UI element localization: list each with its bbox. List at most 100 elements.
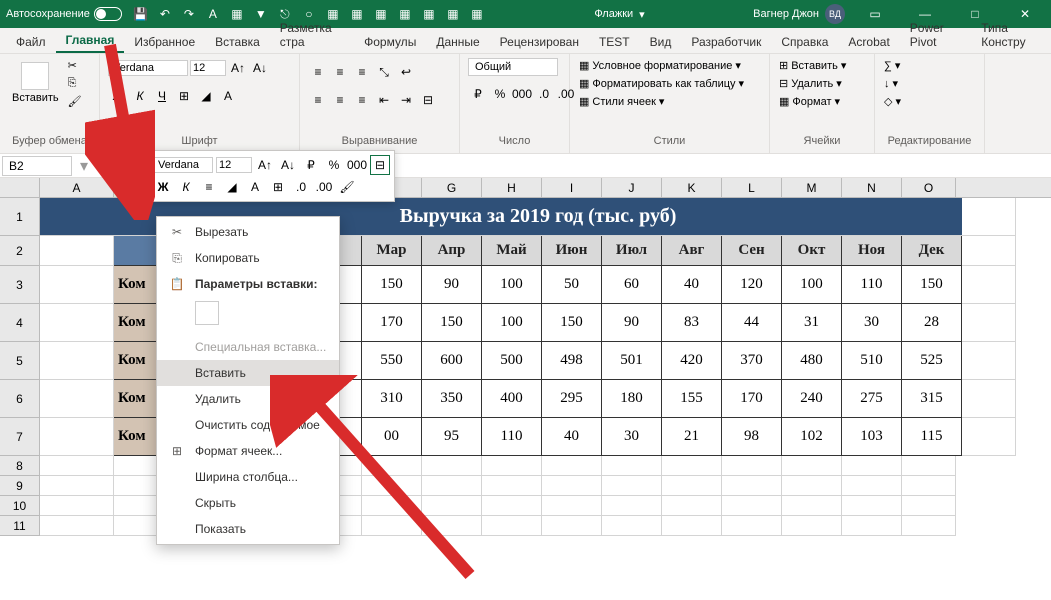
data-cell[interactable]: 501 — [602, 342, 662, 380]
data-cell[interactable]: 150 — [422, 304, 482, 342]
ctx-format-cells[interactable]: ⊞Формат ячеек... — [157, 438, 339, 464]
ctx-hide[interactable]: Скрыть — [157, 490, 339, 516]
data-cell[interactable]: 100 — [482, 266, 542, 304]
data-cell[interactable]: 30 — [842, 304, 902, 342]
mini-format-painter-icon[interactable]: 🖌 — [337, 177, 357, 197]
data-cell[interactable]: 150 — [902, 266, 962, 304]
data-cell[interactable]: 275 — [842, 380, 902, 418]
underline-button[interactable]: Ч — [152, 86, 172, 106]
mini-fill-icon[interactable]: ◢ — [222, 177, 242, 197]
mini-font-color-icon[interactable]: A — [245, 177, 265, 197]
col-header-G[interactable]: G — [422, 178, 482, 197]
data-cell[interactable]: 170 — [362, 304, 422, 342]
col-header-L[interactable]: L — [722, 178, 782, 197]
align-middle-icon[interactable]: ≡ — [330, 62, 350, 82]
font-size-select[interactable] — [190, 60, 226, 76]
header-cell[interactable]: Дек — [902, 236, 962, 266]
col-header-M[interactable]: M — [782, 178, 842, 197]
data-cell[interactable]: 400 — [482, 380, 542, 418]
col-header-I[interactable]: I — [542, 178, 602, 197]
orientation-icon[interactable]: ⤡ — [374, 62, 394, 82]
data-cell[interactable]: 102 — [782, 418, 842, 456]
col-header-N[interactable]: N — [842, 178, 902, 197]
autosum-button[interactable]: ∑ ▾ — [883, 58, 976, 73]
mini-align-icon[interactable]: ≡ — [199, 177, 219, 197]
row-header-11[interactable]: 11 — [0, 516, 40, 536]
data-cell[interactable]: 150 — [542, 304, 602, 342]
paste-option-icon[interactable] — [195, 301, 219, 325]
data-cell[interactable]: 600 — [422, 342, 482, 380]
autosave-toggle-icon[interactable] — [94, 7, 122, 21]
qat-icon[interactable]: ▦ — [396, 5, 414, 23]
tab-test[interactable]: TEST — [589, 31, 640, 53]
merge-icon[interactable]: ⊟ — [418, 90, 438, 110]
font-select[interactable] — [108, 60, 188, 76]
data-cell[interactable]: 31 — [782, 304, 842, 342]
wrap-text-icon[interactable]: ↩ — [396, 62, 416, 82]
row-header-5[interactable]: 5 — [0, 342, 40, 380]
data-cell[interactable]: 480 — [782, 342, 842, 380]
increase-font-icon[interactable]: A↑ — [228, 58, 248, 78]
header-cell[interactable]: Авг — [662, 236, 722, 266]
header-cell[interactable]: Апр — [422, 236, 482, 266]
mini-italic-button[interactable]: К — [176, 177, 196, 197]
bold-button[interactable]: Ж — [108, 86, 128, 106]
data-cell[interactable]: 95 — [422, 418, 482, 456]
mini-decimal-dec-icon[interactable]: .00 — [314, 177, 334, 197]
col-header-A[interactable]: A — [40, 178, 114, 197]
tab-favorites[interactable]: Избранное — [124, 31, 205, 53]
ctx-delete[interactable]: Удалить — [157, 386, 339, 412]
percent-icon[interactable]: % — [490, 84, 510, 104]
qat-icon[interactable]: ▦ — [468, 5, 486, 23]
align-left-icon[interactable]: ≡ — [308, 90, 328, 110]
header-cell[interactable]: Окт — [782, 236, 842, 266]
mini-bold-button[interactable]: Ж — [153, 177, 173, 197]
data-cell[interactable]: 500 — [482, 342, 542, 380]
data-cell[interactable]: 83 — [662, 304, 722, 342]
font-color-icon[interactable]: A — [218, 86, 238, 106]
cut-button[interactable]: ✂ — [67, 58, 83, 73]
format-cells-button[interactable]: ▦ Формат ▾ — [778, 94, 866, 109]
tab-insert[interactable]: Вставка — [205, 31, 270, 53]
mini-font-select[interactable] — [153, 157, 213, 173]
chevron-down-icon[interactable]: ▾ — [639, 8, 645, 21]
data-cell[interactable]: 110 — [842, 266, 902, 304]
fill-color-icon[interactable]: ◢ — [196, 86, 216, 106]
data-cell[interactable]: 370 — [722, 342, 782, 380]
row-header-6[interactable]: 6 — [0, 380, 40, 418]
italic-button[interactable]: К — [130, 86, 150, 106]
data-cell[interactable]: 90 — [602, 304, 662, 342]
data-cell[interactable]: 310 — [362, 380, 422, 418]
increase-indent-icon[interactable]: ⇥ — [396, 90, 416, 110]
tab-help[interactable]: Справка — [771, 31, 838, 53]
data-cell[interactable]: 00 — [362, 418, 422, 456]
data-cell[interactable]: 510 — [842, 342, 902, 380]
header-cell[interactable]: Июл — [602, 236, 662, 266]
mini-increase-font-icon[interactable]: A↑ — [255, 155, 275, 175]
qat-icon[interactable]: ▦ — [372, 5, 390, 23]
ctx-show[interactable]: Показать — [157, 516, 339, 542]
align-bottom-icon[interactable]: ≡ — [352, 62, 372, 82]
col-header-O[interactable]: O — [902, 178, 956, 197]
data-cell[interactable]: 420 — [662, 342, 722, 380]
row-header-7[interactable]: 7 — [0, 418, 40, 456]
data-cell[interactable]: 525 — [902, 342, 962, 380]
align-right-icon[interactable]: ≡ — [352, 90, 372, 110]
header-cell[interactable]: Сен — [722, 236, 782, 266]
delete-cells-button[interactable]: ⊟ Удалить ▾ — [778, 76, 866, 91]
tab-acrobat[interactable]: Acrobat — [838, 31, 899, 53]
data-cell[interactable]: 28 — [902, 304, 962, 342]
tab-power-pivot[interactable]: Power Pivot — [900, 17, 971, 53]
data-cell[interactable]: 350 — [422, 380, 482, 418]
tab-view[interactable]: Вид — [640, 31, 682, 53]
tab-data[interactable]: Данные — [426, 31, 489, 53]
mini-decrease-font-icon[interactable]: A↓ — [278, 155, 298, 175]
data-cell[interactable]: 60 — [602, 266, 662, 304]
conditional-formatting-button[interactable]: ▦ Условное форматирование ▾ — [578, 58, 761, 73]
data-cell[interactable]: 98 — [722, 418, 782, 456]
save-icon[interactable]: 💾 — [132, 5, 150, 23]
clear-button[interactable]: ◇ ▾ — [883, 94, 976, 109]
tab-formulas[interactable]: Формулы — [354, 31, 426, 53]
col-header-J[interactable]: J — [602, 178, 662, 197]
filter-icon[interactable]: ▼ — [252, 5, 270, 23]
